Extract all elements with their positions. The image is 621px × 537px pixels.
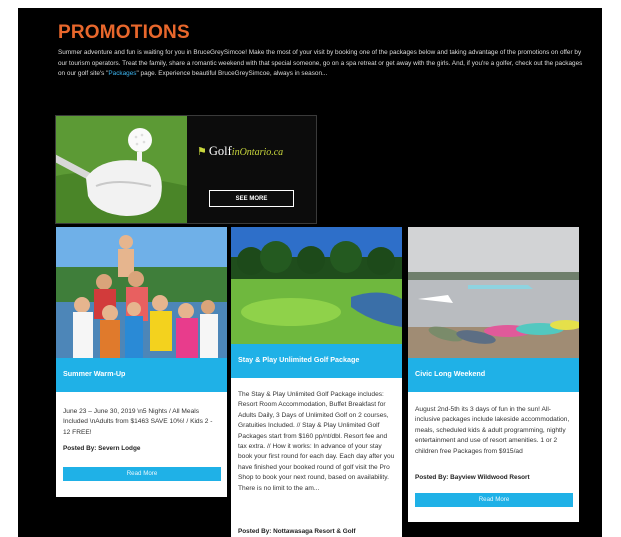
card-description: June 23 – June 30, 2019 \n5 Nights / All… — [63, 408, 213, 436]
card-posted-by: Posted By: Bayview Wildwood Resort — [415, 474, 530, 481]
promo-card-stay-and-play[interactable]: Stay & Play Unlimited Golf Package The S… — [231, 227, 402, 537]
lakeside-kayaks-photo — [408, 227, 579, 358]
read-more-button[interactable]: Read More — [63, 467, 221, 481]
card-posted-by: Posted By: Severn Lodge — [63, 445, 141, 452]
golf-driver-image — [56, 116, 187, 223]
golf-course-photo — [231, 227, 402, 344]
family-photo — [56, 227, 227, 358]
golf-in-ontario-logo: ⚑ GolfinOntario.ca — [197, 144, 284, 158]
banner-side-panel: ⚑ GolfinOntario.ca SEE MORE — [187, 116, 316, 223]
intro-paragraph: Summer adventure and fun is waiting for … — [58, 48, 588, 80]
card-title: Civic Long Weekend — [415, 369, 486, 378]
card-title-band: Summer Warm-Up — [56, 358, 227, 392]
promo-card-summer-warm-up[interactable]: Summer Warm-Up June 23 – June 30, 2019 \… — [56, 227, 227, 497]
see-more-button[interactable]: SEE MORE — [209, 190, 294, 207]
golf-pin-icon: ⚑ — [197, 146, 207, 158]
packages-link[interactable]: Packages — [108, 70, 136, 77]
card-posted-by: Posted By: Nottawasaga Resort & Golf — [238, 528, 356, 535]
card-title: Stay & Play Unlimited Golf Package — [238, 355, 360, 364]
card-title-band: Civic Long Weekend — [408, 358, 579, 392]
golf-banner[interactable]: ⚑ GolfinOntario.ca SEE MORE — [55, 115, 317, 224]
card-title: Summer Warm-Up — [63, 369, 126, 378]
page-title: PROMOTIONS — [58, 22, 190, 43]
card-description: The Stay & Play Unlimited Golf Package i… — [238, 391, 395, 492]
promotions-page: PROMOTIONS Summer adventure and fun is w… — [18, 8, 602, 537]
card-description: August 2nd-5th its 3 days of fun in the … — [415, 406, 570, 455]
promo-card-civic-long-weekend[interactable]: Civic Long Weekend August 2nd-5th its 3 … — [408, 227, 579, 522]
read-more-button[interactable]: Read More — [415, 493, 573, 507]
intro-text-end: " page. Experience beautiful BruceGreySi… — [136, 70, 328, 78]
card-title-band: Stay & Play Unlimited Golf Package — [231, 344, 402, 378]
